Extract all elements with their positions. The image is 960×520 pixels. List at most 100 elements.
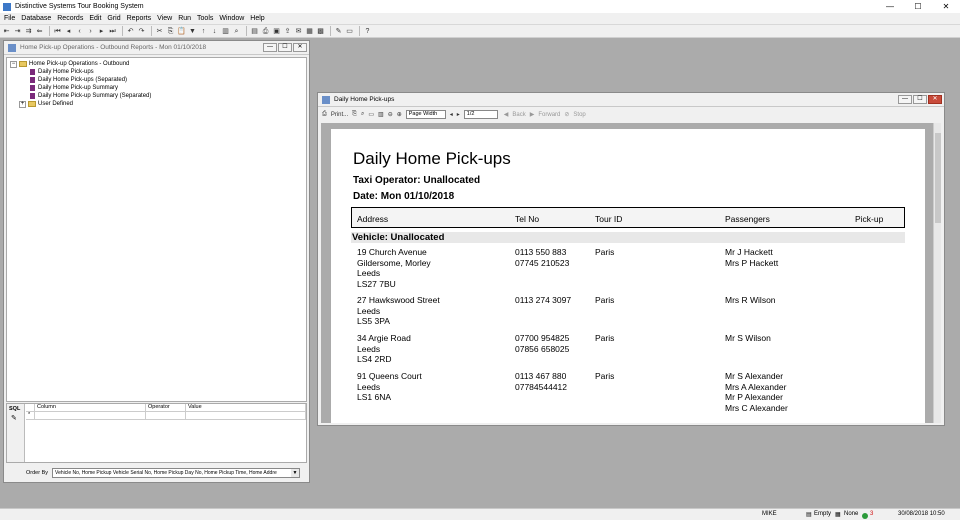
sort-ascending-icon[interactable]: ↑ (199, 27, 208, 36)
calendar-icon[interactable]: ▦ (305, 27, 314, 36)
find-icon[interactable]: ⌕ (232, 27, 241, 36)
tree-user-defined[interactable]: + User Defined (10, 100, 303, 108)
cut-icon[interactable]: ✂ (155, 27, 164, 36)
scrollbar-thumb[interactable] (935, 133, 941, 223)
report-date: Date: Mon 01/10/2018 (353, 191, 455, 202)
address-line: 34 Argie Road (357, 333, 411, 343)
eraser-icon[interactable]: ✎ (7, 414, 24, 422)
next-page-icon[interactable]: ▸ (457, 111, 460, 118)
paste-icon[interactable]: 📋 (177, 27, 186, 36)
back-icon[interactable]: ◀ (504, 111, 509, 118)
prev-page-icon[interactable]: ◂ (64, 27, 73, 36)
tree-root[interactable]: − Home Pick-up Operations - Outbound (10, 60, 303, 68)
stop-button[interactable]: Stop (573, 112, 585, 118)
order-by-select[interactable]: Vehicle No, Home Pickup Vehicle Serial N… (52, 467, 301, 478)
tree-item[interactable]: Daily Home Pick-up Summary (Separated) (10, 92, 303, 100)
menu-edit[interactable]: Edit (89, 15, 101, 22)
menu-file[interactable]: File (4, 15, 15, 22)
first-record-icon[interactable]: ⏮ (53, 27, 62, 36)
delete-record-icon[interactable]: ⇐ (35, 27, 44, 36)
report-close-button[interactable]: ✕ (928, 95, 942, 104)
menu-view[interactable]: View (157, 15, 172, 22)
menu-records[interactable]: Records (57, 15, 83, 22)
zoom-select[interactable]: Page Width (405, 110, 446, 119)
tel-line: 07745 210523 (515, 257, 570, 268)
menu-tools[interactable]: Tools (197, 15, 213, 22)
last-record-icon[interactable]: ⏭ (108, 27, 117, 36)
tour-cell: Paris (595, 295, 615, 305)
next-record-icon[interactable]: › (86, 27, 95, 36)
address-line: Gildersome, Morley (357, 257, 431, 268)
next-page-icon[interactable]: ▸ (97, 27, 106, 36)
column-header: Column (35, 404, 146, 411)
expand-icon[interactable]: + (19, 100, 26, 108)
report-minimize-button[interactable]: — (898, 95, 912, 104)
print-icon[interactable]: ⎙ (322, 111, 327, 118)
collapse-icon[interactable]: − (10, 60, 17, 68)
insert-page-icon[interactable]: ⇉ (24, 27, 33, 36)
page-input[interactable]: 1/2 (463, 110, 498, 119)
forward-button[interactable]: Forward (538, 112, 560, 118)
sql-grid-row[interactable]: * (26, 412, 306, 420)
insert-after-icon[interactable]: ⇥ (13, 27, 22, 36)
undo-icon[interactable]: ↶ (126, 27, 135, 36)
email-icon[interactable]: ✉ (294, 27, 303, 36)
value-cell[interactable] (186, 412, 306, 419)
reports-restore-button[interactable]: ☐ (278, 43, 292, 52)
stop-icon[interactable]: ⊘ (564, 111, 569, 118)
menu-database[interactable]: Database (21, 15, 51, 22)
report-maximize-button[interactable]: ☐ (913, 95, 927, 104)
address-line: 19 Church Avenue (357, 247, 427, 257)
tree-item[interactable]: Daily Home Pick-ups (10, 68, 303, 76)
zoom-in-icon[interactable]: ⊕ (397, 111, 402, 118)
close-button[interactable]: ✕ (932, 0, 960, 13)
redo-icon[interactable]: ↷ (137, 27, 146, 36)
menu-reports[interactable]: Reports (127, 15, 152, 22)
tree-item[interactable]: Daily Home Pick-up Summary (10, 84, 303, 92)
single-page-icon[interactable]: ▭ (368, 111, 374, 118)
prev-record-icon[interactable]: ‹ (75, 27, 84, 36)
print-icon[interactable]: ⎙ (261, 27, 270, 36)
operator-cell[interactable] (146, 412, 186, 419)
prev-page-icon[interactable]: ◂ (450, 111, 453, 118)
forward-icon[interactable]: ▶ (530, 111, 535, 118)
report-title: Daily Home Pick-ups (353, 149, 511, 168)
operator-header: Operator (146, 404, 186, 411)
print-button[interactable]: Print... (331, 112, 348, 118)
status-count: 3 (870, 511, 874, 517)
tree-item[interactable]: Daily Home Pick-ups (Separated) (10, 76, 303, 84)
filter-icon[interactable]: ▼ (188, 27, 197, 36)
reports-close-button[interactable]: ✕ (293, 43, 307, 52)
back-button[interactable]: Back (512, 112, 525, 118)
two-page-icon[interactable]: ▥ (378, 111, 384, 118)
zoom-out-icon[interactable]: ⊖ (388, 111, 393, 118)
minimize-button[interactable]: — (876, 0, 904, 13)
menu-window[interactable]: Window (219, 15, 244, 22)
copy-icon[interactable]: ⎘ (352, 111, 357, 118)
reports-minimize-button[interactable]: — (263, 43, 277, 52)
menu-help[interactable]: Help (250, 15, 264, 22)
columns-icon[interactable]: ▥ (221, 27, 230, 36)
column-cell[interactable] (35, 412, 146, 419)
maximize-button[interactable]: ☐ (904, 0, 932, 13)
tel-cell: 0113 550 883 07745 210523 (515, 247, 595, 268)
print-preview-icon[interactable]: ▣ (272, 27, 281, 36)
report-icon[interactable]: ▤ (250, 27, 259, 36)
insert-record-icon[interactable]: ⇤ (2, 27, 11, 36)
tools-icon[interactable]: ✎ (334, 27, 343, 36)
copy-icon[interactable]: ⎘ (166, 27, 175, 36)
menu-grid[interactable]: Grid (107, 15, 120, 22)
passengers-cell: Mrs R Wilson (725, 295, 835, 306)
reports-window-icon (8, 43, 16, 52)
report-vertical-scrollbar[interactable] (933, 123, 941, 423)
help-icon[interactable]: ? (363, 27, 372, 36)
export-icon[interactable]: ⇪ (283, 27, 292, 36)
chevron-down-icon[interactable]: ▼ (291, 468, 300, 477)
window-list-icon[interactable]: ▭ (345, 27, 354, 36)
sort-descending-icon[interactable]: ↓ (210, 27, 219, 36)
find-icon[interactable]: ⌕ (361, 111, 364, 118)
menu-run[interactable]: Run (178, 15, 191, 22)
report-preview-window: Daily Home Pick-ups — ☐ ✕ ⎙ Print... ⎘ ⌕… (317, 92, 945, 426)
report-window-title-bar: Daily Home Pick-ups — ☐ ✕ (318, 93, 944, 107)
calculator-icon[interactable]: ▩ (316, 27, 325, 36)
